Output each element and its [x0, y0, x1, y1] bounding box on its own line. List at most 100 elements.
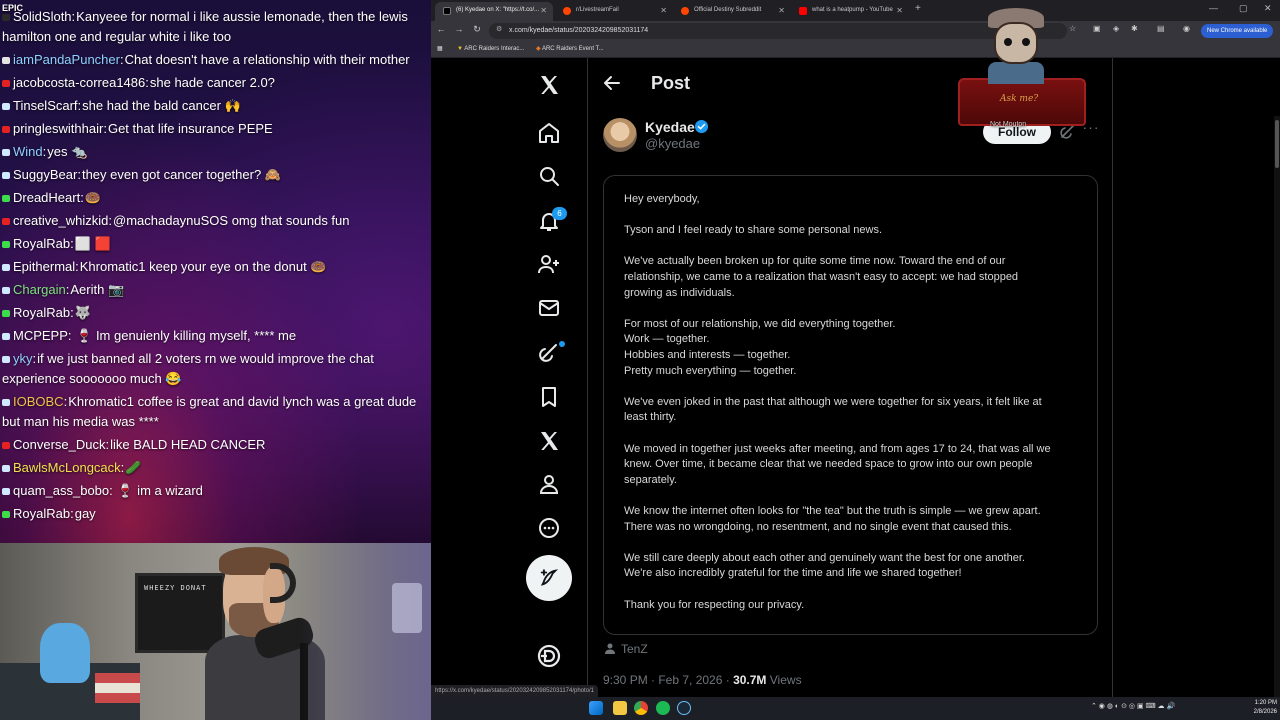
chat-separator: :: [65, 282, 70, 297]
chat-username[interactable]: MCPEPP: [13, 328, 68, 343]
chat-username[interactable]: quam_ass_bobo: [13, 483, 109, 498]
nav-more[interactable]: [521, 508, 577, 548]
tagged-users[interactable]: TenZ: [605, 642, 648, 656]
bookmark-label: ARC Raiders Interac...: [464, 46, 525, 52]
apps-grid-icon[interactable]: ▦: [437, 44, 443, 54]
author-handle[interactable]: @kyedae: [645, 136, 700, 152]
tab-destiny-subreddit[interactable]: Official Destiny Subreddit ✕: [673, 2, 791, 21]
tray-icons[interactable]: ⌃ ◉ ◍ ◐ ⊙ ◎ ▣ ⌨ ☁ 🔊: [1091, 702, 1175, 710]
author-display-name[interactable]: Kyedae: [645, 119, 695, 135]
chat-separator: :: [63, 394, 68, 409]
chat-username[interactable]: yky: [13, 351, 33, 366]
site-info-icon[interactable]: ⚙: [496, 25, 502, 33]
tab-livestreamfail[interactable]: r/LivestreamFail ✕: [555, 2, 673, 21]
platform-badge-icon: [2, 356, 10, 364]
close-tab-icon[interactable]: ✕: [540, 2, 547, 19]
tab-title: what is a heatpump - YouTube: [812, 7, 893, 13]
profile-icon[interactable]: ◉: [1183, 24, 1190, 33]
platform-badge-icon: [2, 488, 10, 496]
chat-username[interactable]: SuggyBear: [13, 167, 77, 182]
chat-separator: :: [70, 506, 74, 521]
chat-username[interactable]: RoyalRab: [13, 236, 70, 251]
tab-youtube-heatpump[interactable]: what is a heatpump - YouTube ✕: [791, 2, 909, 21]
close-tab-icon[interactable]: ✕: [896, 2, 903, 19]
extension-icon[interactable]: ▣: [1093, 24, 1101, 33]
chat-message: DreadHeart:🍩: [0, 187, 431, 210]
maximize-button[interactable]: ▢: [1239, 3, 1248, 14]
chat-separator: :: [119, 52, 124, 67]
nav-messages[interactable]: [521, 288, 577, 328]
author-avatar[interactable]: [603, 118, 637, 152]
page-scrollbar[interactable]: [1274, 116, 1280, 720]
post-timestamp[interactable]: 9:30 PM · Feb 7, 2026 ·: [603, 673, 733, 687]
statement-line: We still care deeply about each other an…: [624, 551, 1025, 564]
nav-follow[interactable]: [521, 244, 577, 284]
chat-username[interactable]: TinselScarf: [13, 98, 78, 113]
chat-separator: :: [145, 75, 149, 90]
chat-username[interactable]: BawlsMcLongcack: [13, 460, 121, 475]
forward-arrow-icon[interactable]: →: [452, 24, 466, 34]
close-window-button[interactable]: ✕: [1264, 3, 1272, 14]
platform-badge-icon: [2, 14, 10, 22]
feather-plus-icon: [540, 569, 559, 586]
chat-username[interactable]: Wind: [13, 144, 43, 159]
spotify-icon[interactable]: [656, 701, 670, 715]
chat-username[interactable]: Epithermal: [13, 259, 75, 274]
steam-icon[interactable]: [677, 701, 691, 715]
chat-separator: :: [108, 213, 112, 228]
nav-premium[interactable]: [521, 421, 577, 461]
chat-username[interactable]: DreadHeart: [13, 190, 80, 205]
extension-icon-2[interactable]: ◈: [1113, 24, 1119, 33]
chat-text: 🥒: [125, 460, 142, 475]
chat-username[interactable]: creative_whizkid: [13, 213, 108, 228]
chat-username[interactable]: IOBOBC: [13, 394, 64, 409]
tab-title: (6) Kyedae on X: "https://t.co/...: [456, 7, 540, 13]
chat-username[interactable]: Converse_Duck: [13, 437, 106, 452]
nav-notifications[interactable]: 6: [521, 201, 577, 241]
system-clock[interactable]: 1:20 PM 2/8/2026: [1249, 699, 1277, 717]
chat-text: 🍩: [84, 190, 102, 205]
nav-explore[interactable]: [521, 156, 577, 196]
chat-message: Chargain:Aerith 📷: [0, 279, 431, 302]
reload-icon[interactable]: ↻: [470, 24, 484, 35]
x-logo-home-link[interactable]: [521, 65, 577, 105]
windows-start-icon[interactable]: [589, 701, 603, 715]
new-chrome-available-button[interactable]: New Chrome available: [1201, 24, 1274, 38]
post-image-statement[interactable]: Hey everybody, Tyson and I feel ready to …: [603, 175, 1098, 635]
chat-username[interactable]: SolidSloth: [13, 9, 72, 24]
chat-username[interactable]: Chargain: [13, 282, 66, 297]
platform-badge-icon: [2, 511, 10, 519]
chat-username[interactable]: pringleswithhair: [13, 121, 103, 136]
back-button[interactable]: [602, 73, 622, 93]
nav-profile[interactable]: [521, 464, 577, 504]
webcam-books: [95, 673, 140, 703]
nav-grok[interactable]: [521, 332, 577, 372]
chat-text: 🐺: [74, 305, 91, 320]
nav-bookmarks[interactable]: [521, 377, 577, 417]
nav-home[interactable]: [521, 113, 577, 153]
back-arrow-icon[interactable]: ←: [434, 24, 448, 34]
chat-username[interactable]: RoyalRab: [13, 305, 70, 320]
side-panel-icon[interactable]: ▤: [1157, 24, 1165, 33]
chrome-taskbar-icon[interactable]: [634, 701, 648, 715]
scrollbar-thumb[interactable]: [1275, 120, 1279, 168]
extensions-puzzle-icon[interactable]: ✱: [1131, 24, 1138, 33]
chat-username[interactable]: RoyalRab: [13, 506, 70, 521]
close-tab-icon[interactable]: ✕: [778, 2, 785, 19]
bookmark-arc-raiders-event[interactable]: ◆ ARC Raiders Event T...: [536, 44, 604, 54]
close-tab-icon[interactable]: ✕: [660, 2, 667, 19]
views-label: Views: [766, 673, 802, 687]
compose-post-button[interactable]: [526, 555, 572, 601]
file-explorer-icon[interactable]: [613, 701, 627, 715]
chat-username[interactable]: jacobcosta-correa1486: [13, 75, 145, 90]
chat-username[interactable]: iamPandaPuncher: [13, 52, 120, 67]
chat-message: iamPandaPuncher:Chat doesn't have a rela…: [0, 49, 431, 72]
clock-time: 1:20 PM: [1254, 700, 1277, 706]
new-tab-button[interactable]: +: [915, 3, 921, 14]
chat-message: SuggyBear:they even got cancer together?…: [0, 164, 431, 187]
tab-kyedae-post[interactable]: (6) Kyedae on X: "https://t.co/... ✕: [435, 2, 553, 21]
bookmark-label: ARC Raiders Event T...: [541, 46, 604, 52]
minimize-button[interactable]: —: [1209, 3, 1218, 13]
statement-line: knew. Over time, it became clear that we…: [624, 458, 1033, 471]
bookmark-arc-raiders-interactive[interactable]: ▼ ARC Raiders Interac...: [457, 44, 524, 54]
